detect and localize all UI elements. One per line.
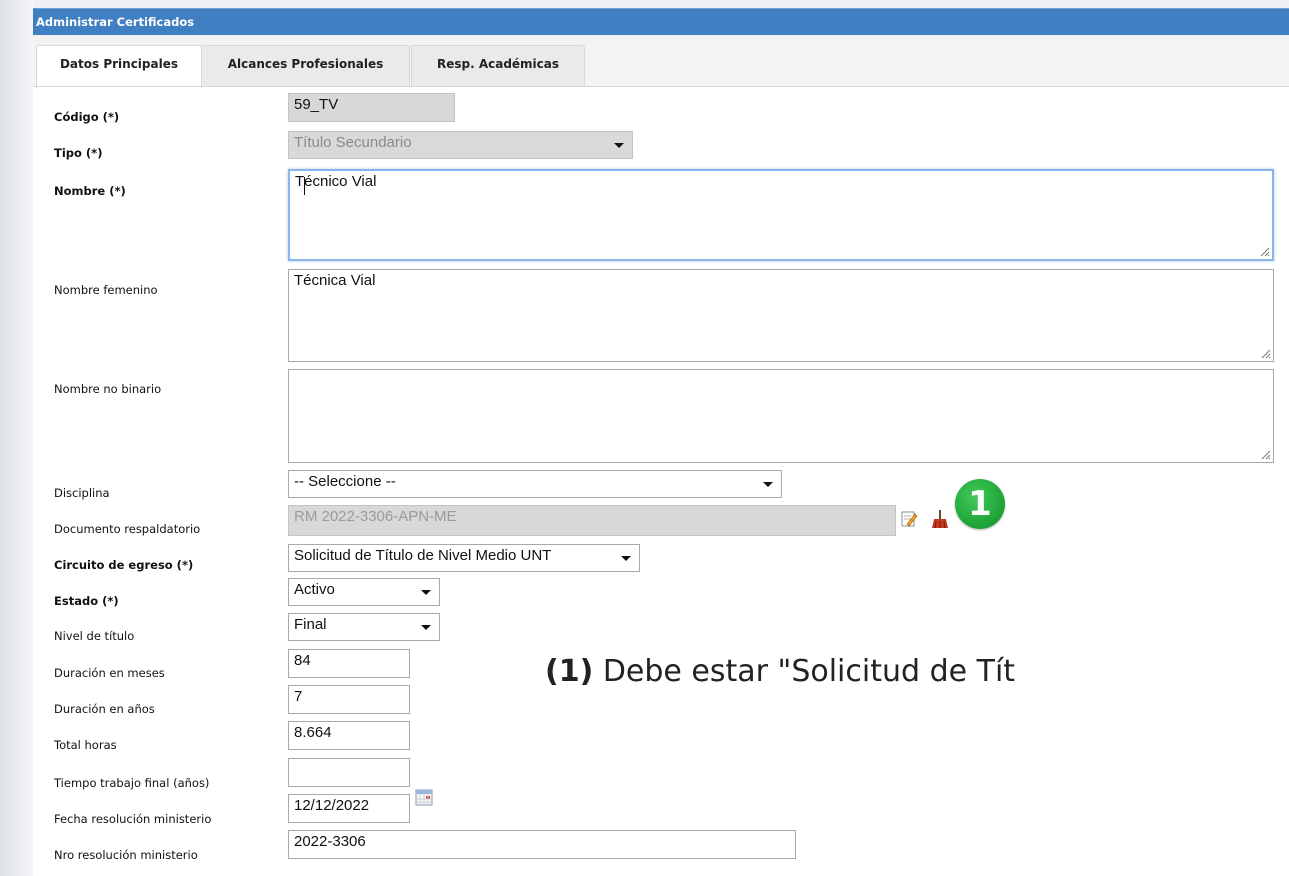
nro-resolucion-label: Nro resolución ministerio	[54, 848, 198, 862]
annotation-text: (1) Debe estar "Solicitud de Tít	[545, 654, 1015, 689]
chevron-down-icon	[421, 590, 431, 595]
nombre-textarea-value: Técnico Vial	[295, 173, 377, 190]
disciplina-select-value: -- Seleccione --	[294, 473, 396, 490]
nro-resolucion-input[interactable]: 2022-3306	[288, 830, 796, 859]
tab-underline	[33, 86, 1289, 87]
nivel-select-value: Final	[294, 616, 327, 633]
resize-grip-icon[interactable]	[1259, 448, 1271, 460]
tipo-label: Tipo (*)	[54, 146, 103, 160]
estado-select[interactable]: Activo	[288, 578, 440, 606]
tab-bar: Datos Principales Alcances Profesionales…	[33, 35, 1289, 88]
certificados-panel: Administrar Certificados Datos Principal…	[33, 8, 1289, 876]
resize-grip-icon[interactable]	[1258, 245, 1270, 257]
tipo-select[interactable]: Título Secundario	[288, 131, 633, 159]
total-horas-label: Total horas	[54, 738, 117, 752]
tipo-select-value: Título Secundario	[294, 134, 412, 151]
tab-alcances-profesionales[interactable]: Alcances Profesionales	[201, 45, 410, 87]
duracion-anios-input[interactable]: 7	[288, 685, 410, 714]
circuito-select[interactable]: Solicitud de Título de Nivel Medio UNT	[288, 544, 640, 572]
chevron-down-icon	[614, 143, 624, 148]
nivel-select[interactable]: Final	[288, 613, 440, 641]
broom-icon[interactable]	[930, 509, 950, 529]
tab-resp-academicas[interactable]: Resp. Académicas	[411, 45, 585, 87]
annotation-number: (1)	[545, 654, 594, 689]
codigo-field[interactable]: 59_TV	[288, 93, 455, 122]
documento-field[interactable]: RM 2022-3306-APN-ME	[288, 505, 896, 536]
edit-icon[interactable]	[900, 510, 918, 528]
fecha-resolucion-label: Fecha resolución ministerio	[54, 812, 212, 826]
nombre-no-binario-textarea[interactable]	[288, 369, 1274, 463]
documento-label: Documento respaldatorio	[54, 522, 201, 536]
fecha-resolucion-input[interactable]: 12/12/2022	[288, 794, 410, 823]
duracion-meses-label: Duración en meses	[54, 666, 165, 680]
nombre-label: Nombre (*)	[54, 184, 126, 198]
circuito-label: Circuito de egreso (*)	[54, 558, 194, 572]
tab-datos-principales[interactable]: Datos Principales	[36, 45, 202, 88]
estado-select-value: Activo	[294, 581, 335, 598]
codigo-label: Código (*)	[54, 110, 120, 124]
duracion-anios-label: Duración en años	[54, 702, 155, 716]
circuito-select-value: Solicitud de Título de Nivel Medio UNT	[294, 547, 552, 564]
nombre-femenino-textarea[interactable]: Técnica Vial	[288, 269, 1274, 362]
disciplina-select[interactable]: -- Seleccione --	[288, 470, 782, 498]
chevron-down-icon	[763, 482, 773, 487]
nombre-femenino-label: Nombre femenino	[54, 283, 158, 297]
total-horas-input[interactable]: 8.664	[288, 721, 410, 750]
tiempo-trabajo-label: Tiempo trabajo final (años)	[54, 776, 210, 790]
calendar-icon[interactable]	[415, 789, 433, 806]
disciplina-label: Disciplina	[54, 486, 110, 500]
nombre-textarea[interactable]: Técnico Vial	[288, 169, 1274, 261]
chevron-down-icon	[421, 625, 431, 630]
window-title: Administrar Certificados	[36, 15, 195, 29]
duracion-meses-input[interactable]: 84	[288, 649, 410, 678]
estado-label: Estado (*)	[54, 594, 119, 608]
annotation-badge: 1	[955, 479, 1005, 529]
left-gutter	[0, 0, 33, 876]
annotation-message: Debe estar "Solicitud de Tít	[593, 654, 1016, 689]
text-caret	[304, 177, 305, 195]
resize-grip-icon[interactable]	[1259, 347, 1271, 359]
tiempo-trabajo-input[interactable]	[288, 758, 410, 787]
window-titlebar: Administrar Certificados	[33, 8, 1289, 35]
nombre-no-binario-label: Nombre no binario	[54, 382, 162, 396]
chevron-down-icon	[621, 556, 631, 561]
nombre-femenino-value: Técnica Vial	[294, 272, 376, 289]
nivel-label: Nivel de título	[54, 629, 135, 643]
